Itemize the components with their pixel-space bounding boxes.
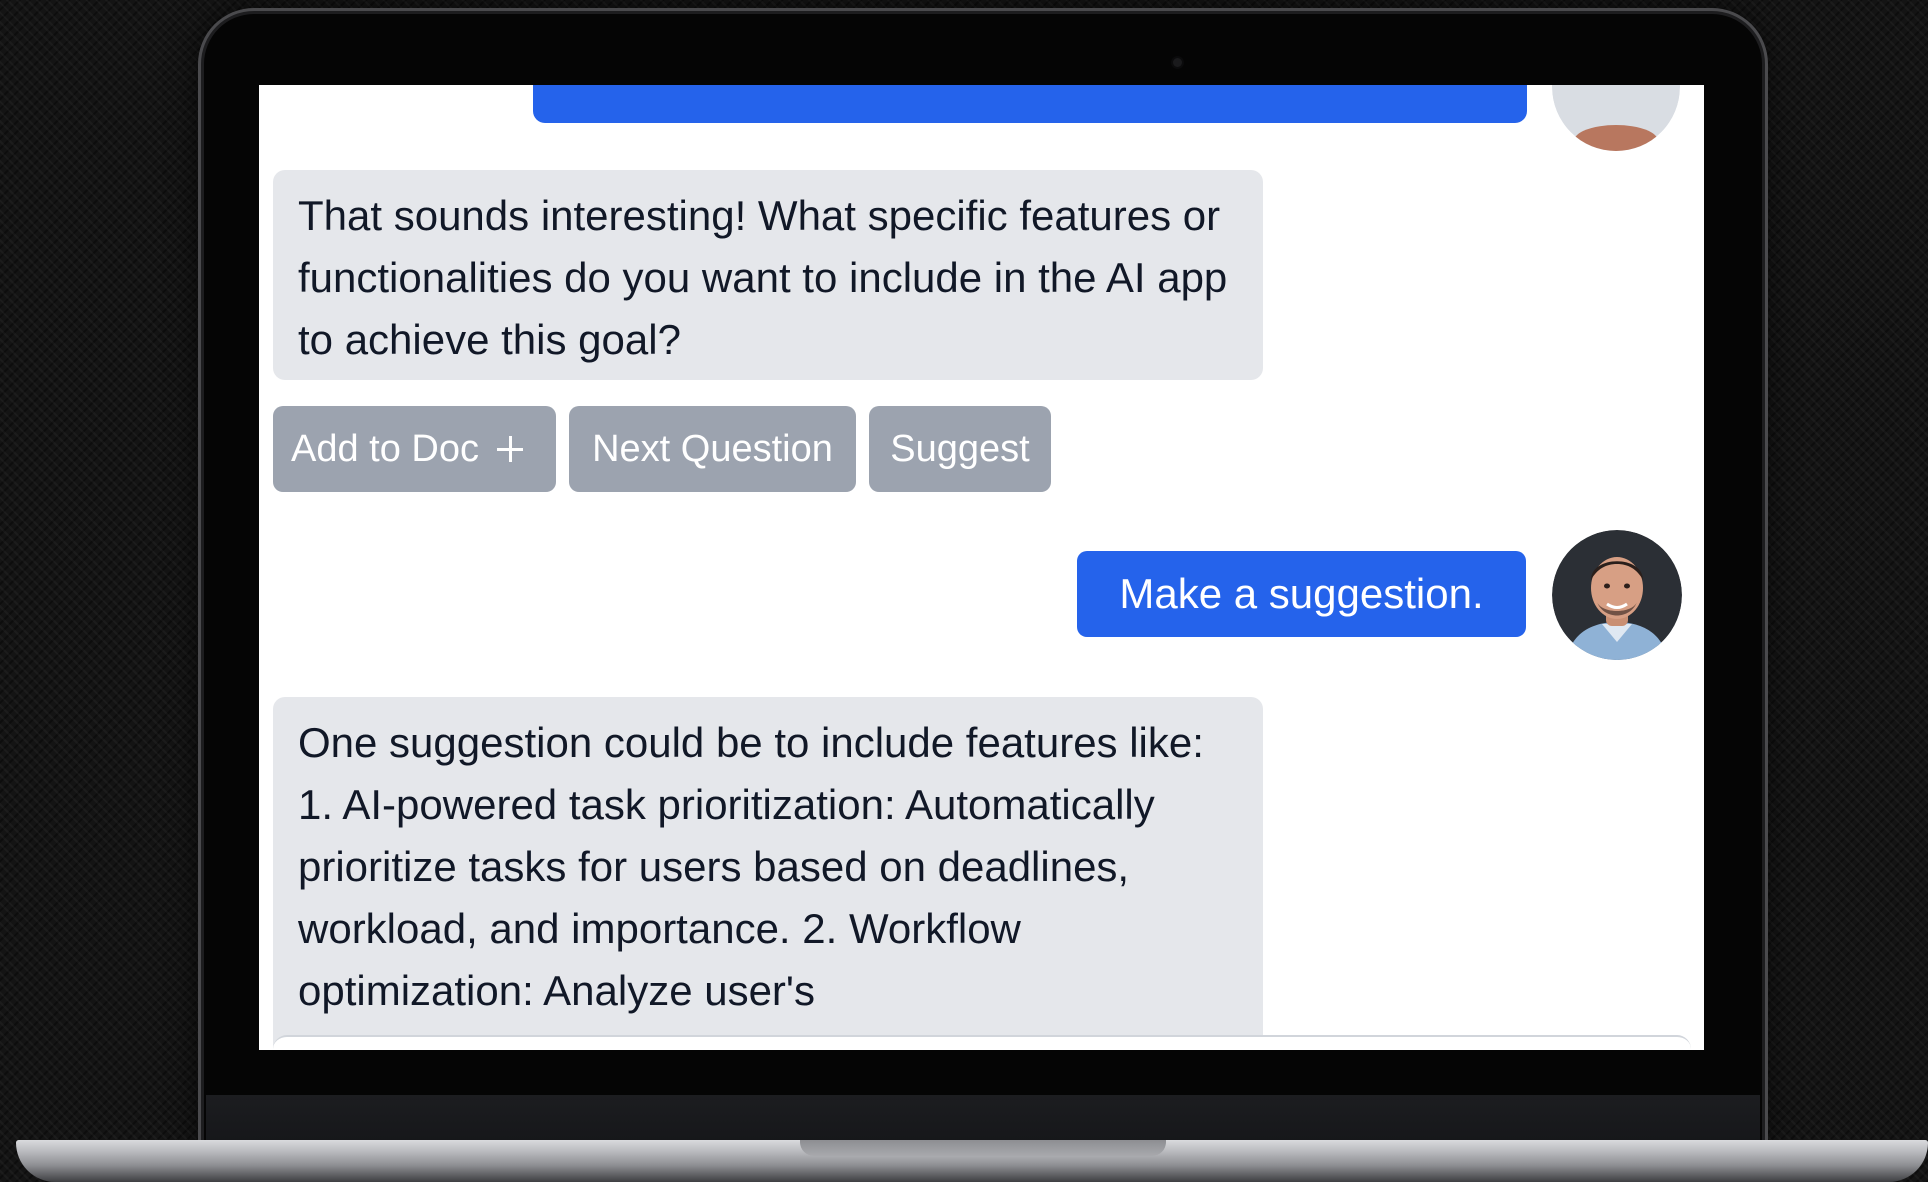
add-to-doc-label: Add to Doc <box>291 427 479 470</box>
user-avatar <box>1552 530 1682 660</box>
assistant-message: That sounds interesting! What specific f… <box>273 170 1263 380</box>
laptop-hinge-notch <box>800 1140 1166 1156</box>
chat-screen: That sounds interesting! What specific f… <box>259 85 1704 1050</box>
camera-icon <box>1173 58 1182 67</box>
assistant-message: One suggestion could be to include featu… <box>273 697 1263 1050</box>
user-avatar <box>1552 85 1680 151</box>
laptop-bottom-bezel <box>206 1095 1760 1142</box>
add-to-doc-button[interactable]: Add to Doc <box>273 406 556 492</box>
plus-icon <box>497 436 523 462</box>
user-message-bubble-partial <box>533 85 1527 123</box>
user-message: Make a suggestion. <box>1077 551 1526 637</box>
suggest-button[interactable]: Suggest <box>869 406 1051 492</box>
message-input-edge <box>273 1035 1691 1050</box>
next-question-button[interactable]: Next Question <box>569 406 856 492</box>
